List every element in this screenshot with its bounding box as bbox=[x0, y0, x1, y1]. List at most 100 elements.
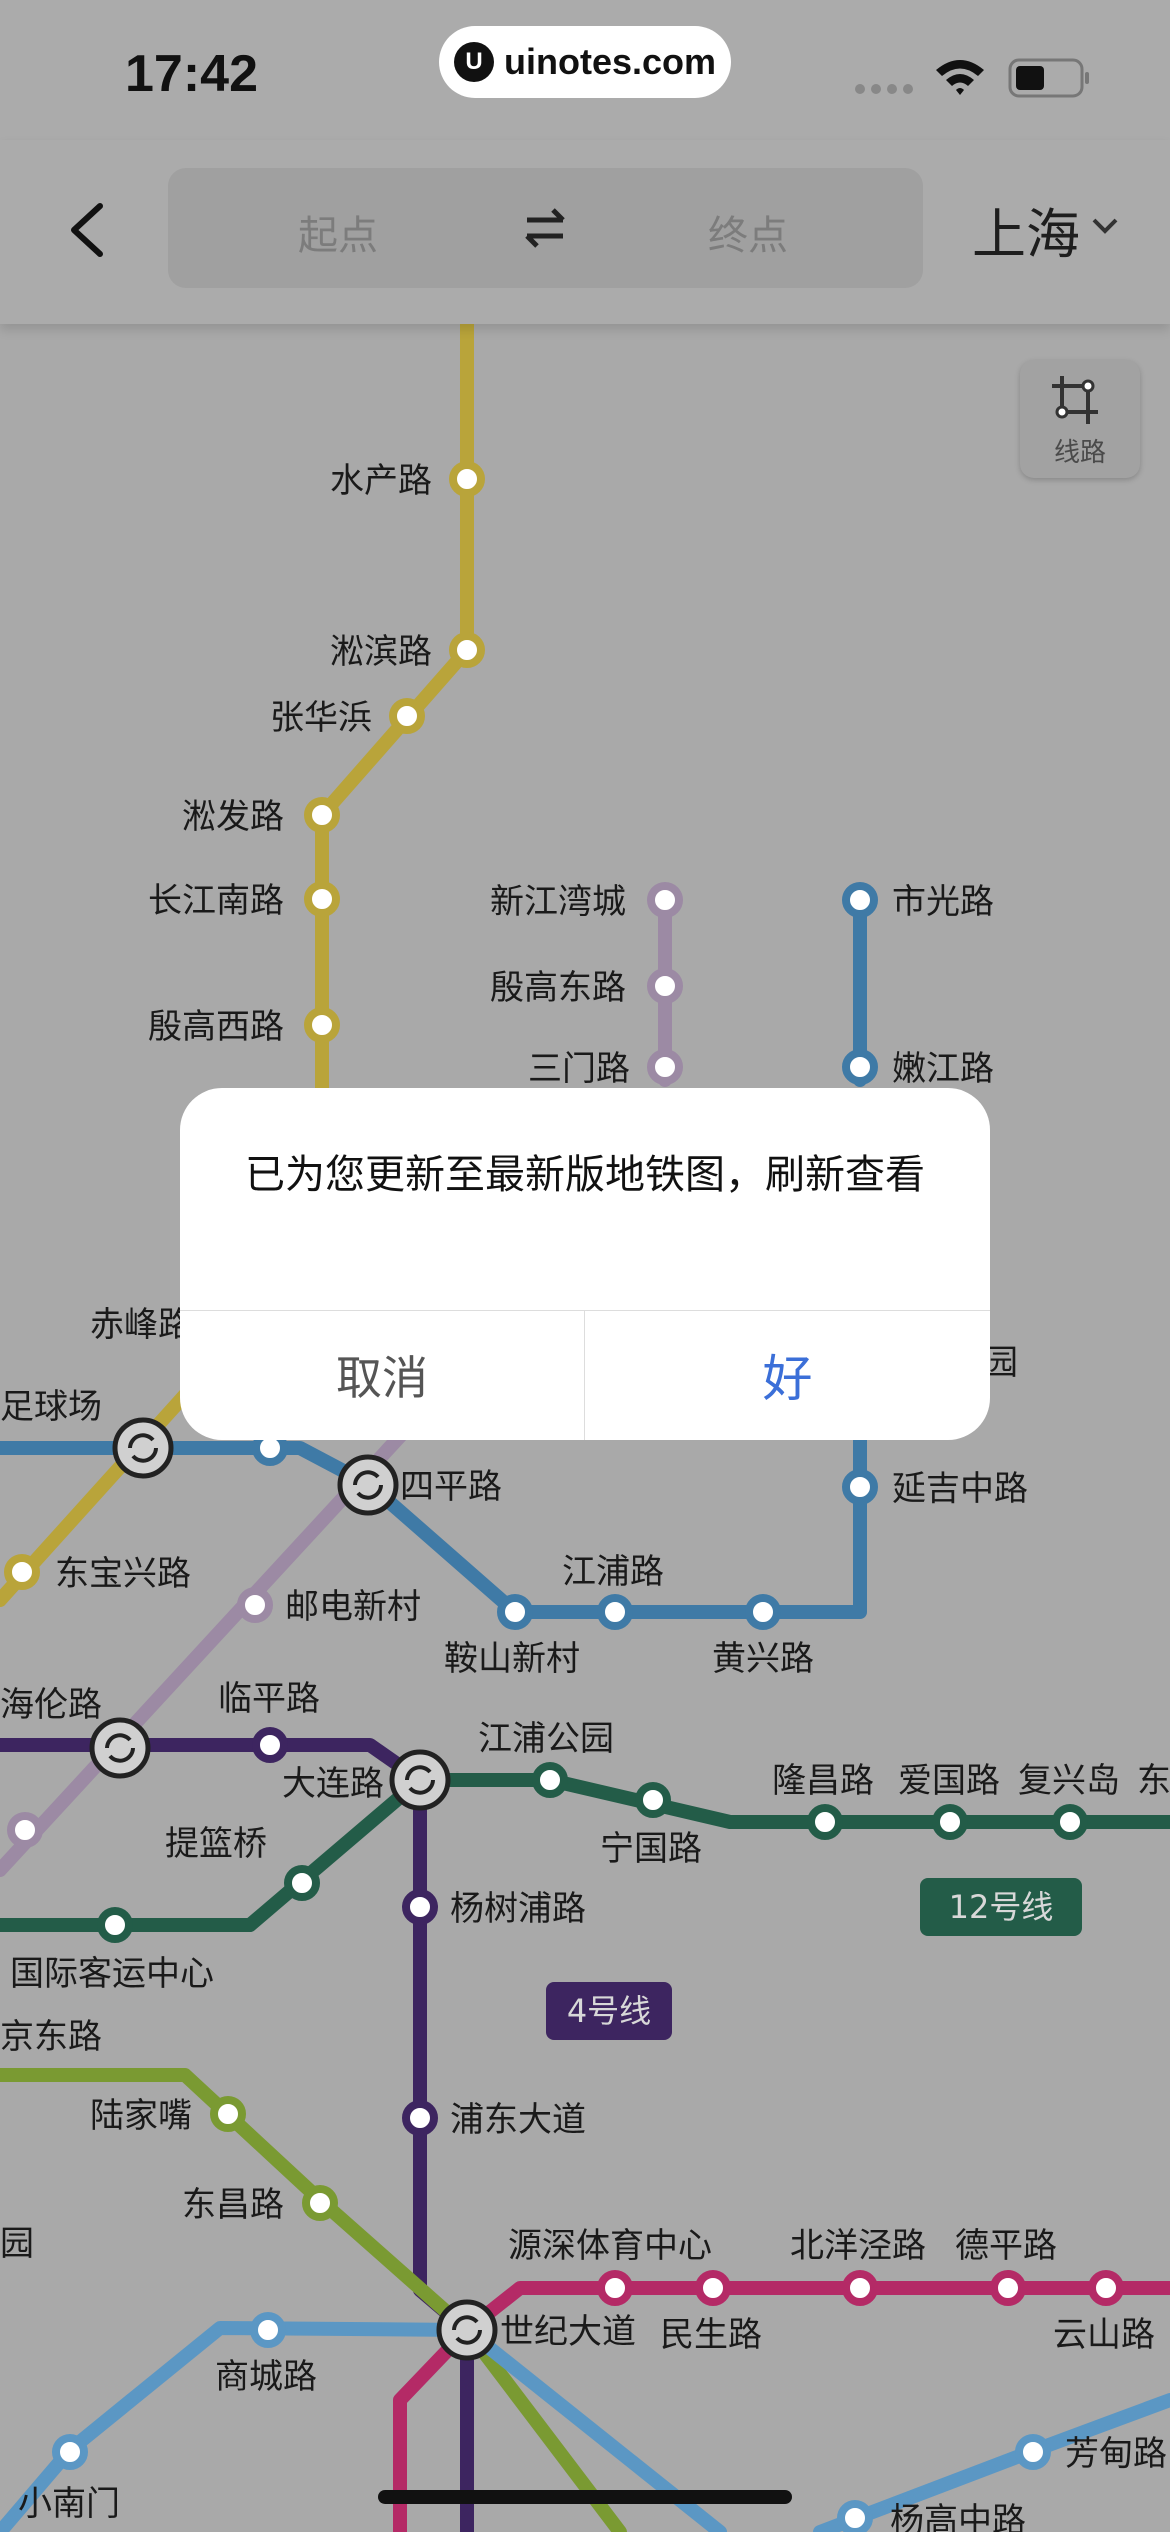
interchange-icon[interactable] bbox=[436, 2299, 498, 2361]
interchange-icon[interactable] bbox=[112, 1417, 174, 1479]
station-dot[interactable] bbox=[597, 1594, 633, 1630]
station-dot[interactable] bbox=[4, 1554, 40, 1590]
station-label[interactable]: 临平路 bbox=[218, 1679, 320, 1719]
station-label[interactable]: 北洋泾路 bbox=[790, 2226, 926, 2266]
station-dot[interactable] bbox=[304, 881, 340, 917]
station-label[interactable]: 小南门 bbox=[18, 2484, 120, 2524]
station-dot[interactable] bbox=[449, 461, 485, 497]
station-dot[interactable] bbox=[635, 1782, 671, 1818]
station-label[interactable]: 爱国路 bbox=[898, 1761, 1000, 1801]
station-dot[interactable] bbox=[837, 2500, 873, 2532]
station-dot[interactable] bbox=[1052, 1804, 1088, 1840]
station-label-partial[interactable]: 京东路 bbox=[0, 2017, 102, 2057]
station-label[interactable]: 民生路 bbox=[660, 2315, 762, 2355]
station-label[interactable]: 邮电新村 bbox=[285, 1587, 421, 1627]
station-dot[interactable] bbox=[932, 1804, 968, 1840]
line-12-badge[interactable]: 12号线 bbox=[920, 1878, 1082, 1936]
station-label[interactable]: 杨高中路 bbox=[890, 2501, 1026, 2532]
station-label[interactable]: 浦东大道 bbox=[450, 2100, 586, 2140]
station-label[interactable]: 新江湾城 bbox=[490, 882, 626, 922]
station-label[interactable]: 东昌路 bbox=[182, 2185, 284, 2225]
station-dot[interactable] bbox=[842, 2270, 878, 2306]
station-dot[interactable] bbox=[1088, 2270, 1124, 2306]
station-label[interactable]: 芳甸路 bbox=[1065, 2434, 1167, 2474]
ok-button[interactable]: 好 bbox=[585, 1310, 990, 1440]
line-list-button[interactable]: 线路 bbox=[1020, 360, 1140, 478]
station-dot[interactable] bbox=[1015, 2434, 1051, 2470]
station-label[interactable]: 隆昌路 bbox=[772, 1761, 874, 1801]
station-dot[interactable] bbox=[647, 882, 683, 918]
station-label[interactable]: 鞍山新村 bbox=[444, 1639, 580, 1679]
station-label[interactable]: 德平路 bbox=[955, 2226, 1057, 2266]
station-dot[interactable] bbox=[284, 1865, 320, 1901]
station-label[interactable]: 延吉中路 bbox=[892, 1469, 1028, 1509]
start-input[interactable]: 起点 bbox=[298, 203, 378, 261]
station-dot[interactable] bbox=[250, 2312, 286, 2348]
station-label[interactable]: 江浦路 bbox=[562, 1552, 664, 1592]
station-label[interactable]: 江浦公园 bbox=[478, 1719, 614, 1759]
station-dot[interactable] bbox=[304, 1007, 340, 1043]
station-label[interactable]: 陆家嘴 bbox=[90, 2096, 192, 2136]
station-dot[interactable] bbox=[647, 968, 683, 1004]
station-label[interactable]: 提篮桥 bbox=[165, 1824, 267, 1864]
station-dot[interactable] bbox=[402, 1889, 438, 1925]
station-dot[interactable] bbox=[842, 1049, 878, 1085]
station-label[interactable]: 嫩江路 bbox=[892, 1049, 994, 1089]
station-label[interactable]: 淞发路 bbox=[182, 797, 284, 837]
station-label[interactable]: 商城路 bbox=[215, 2357, 317, 2397]
station-dot[interactable] bbox=[389, 698, 425, 734]
station-dot[interactable] bbox=[842, 882, 878, 918]
station-dot[interactable] bbox=[252, 1727, 288, 1763]
station-label[interactable]: 四平路 bbox=[400, 1467, 502, 1507]
station-dot[interactable] bbox=[497, 1594, 533, 1630]
interchange-icon[interactable] bbox=[389, 1749, 451, 1811]
station-label[interactable]: 世纪大道 bbox=[500, 2312, 636, 2352]
station-label[interactable]: 淞滨路 bbox=[330, 632, 432, 672]
line-4-badge[interactable]: 4号线 bbox=[546, 1982, 672, 2040]
station-label[interactable]: 黄兴路 bbox=[712, 1639, 814, 1679]
station-dot[interactable] bbox=[647, 1049, 683, 1085]
station-label[interactable]: 国际客运中心 bbox=[10, 1954, 214, 1994]
interchange-icon[interactable] bbox=[337, 1454, 399, 1516]
station-label[interactable]: 复兴岛 bbox=[1018, 1761, 1120, 1801]
station-dot[interactable] bbox=[7, 1812, 43, 1848]
station-dot[interactable] bbox=[210, 2096, 246, 2132]
swap-icon[interactable] bbox=[523, 206, 567, 250]
station-label[interactable]: 大连路 bbox=[282, 1764, 384, 1804]
station-label[interactable]: 宁国路 bbox=[600, 1829, 702, 1869]
station-label-partial[interactable]: 海伦路 bbox=[0, 1685, 102, 1725]
station-label[interactable]: 源深体育中心 bbox=[508, 2226, 712, 2266]
home-indicator[interactable] bbox=[378, 2490, 792, 2504]
station-label[interactable]: 云山路 bbox=[1053, 2315, 1155, 2355]
station-dot[interactable] bbox=[807, 1804, 843, 1840]
end-input[interactable]: 终点 bbox=[708, 203, 788, 261]
station-dot[interactable] bbox=[304, 797, 340, 833]
station-dot[interactable] bbox=[97, 1907, 133, 1943]
station-label[interactable]: 杨树浦路 bbox=[450, 1889, 586, 1929]
station-label[interactable]: 殷高西路 bbox=[148, 1007, 284, 1047]
station-label[interactable]: 东宝兴路 bbox=[55, 1554, 191, 1594]
station-label[interactable]: 水产路 bbox=[330, 461, 432, 501]
station-label-partial[interactable]: 东 bbox=[1137, 1761, 1170, 1801]
station-dot[interactable] bbox=[597, 2270, 633, 2306]
station-label[interactable]: 张华浜 bbox=[270, 698, 372, 738]
city-selector[interactable]: 上海 bbox=[972, 190, 1080, 269]
station-label[interactable]: 殷高东路 bbox=[490, 968, 626, 1008]
station-dot[interactable] bbox=[402, 2100, 438, 2136]
station-dot[interactable] bbox=[695, 2270, 731, 2306]
station-label[interactable]: 三门路 bbox=[528, 1049, 630, 1089]
station-label[interactable]: 长江南路 bbox=[148, 881, 284, 921]
station-dot[interactable] bbox=[990, 2270, 1026, 2306]
station-dot[interactable] bbox=[302, 2185, 338, 2221]
cancel-button[interactable]: 取消 bbox=[180, 1310, 584, 1440]
station-dot[interactable] bbox=[52, 2434, 88, 2470]
station-label[interactable]: 市光路 bbox=[892, 882, 994, 922]
station-label[interactable]: 赤峰路 bbox=[90, 1305, 192, 1345]
station-label-partial[interactable]: 足球场 bbox=[0, 1387, 102, 1427]
station-label-partial[interactable]: 园 bbox=[0, 2224, 34, 2264]
station-dot[interactable] bbox=[532, 1762, 568, 1798]
chevron-down-icon[interactable] bbox=[1090, 215, 1120, 237]
interchange-icon[interactable] bbox=[89, 1717, 151, 1779]
back-arrow-icon[interactable] bbox=[60, 200, 120, 260]
station-dot[interactable] bbox=[842, 1469, 878, 1505]
